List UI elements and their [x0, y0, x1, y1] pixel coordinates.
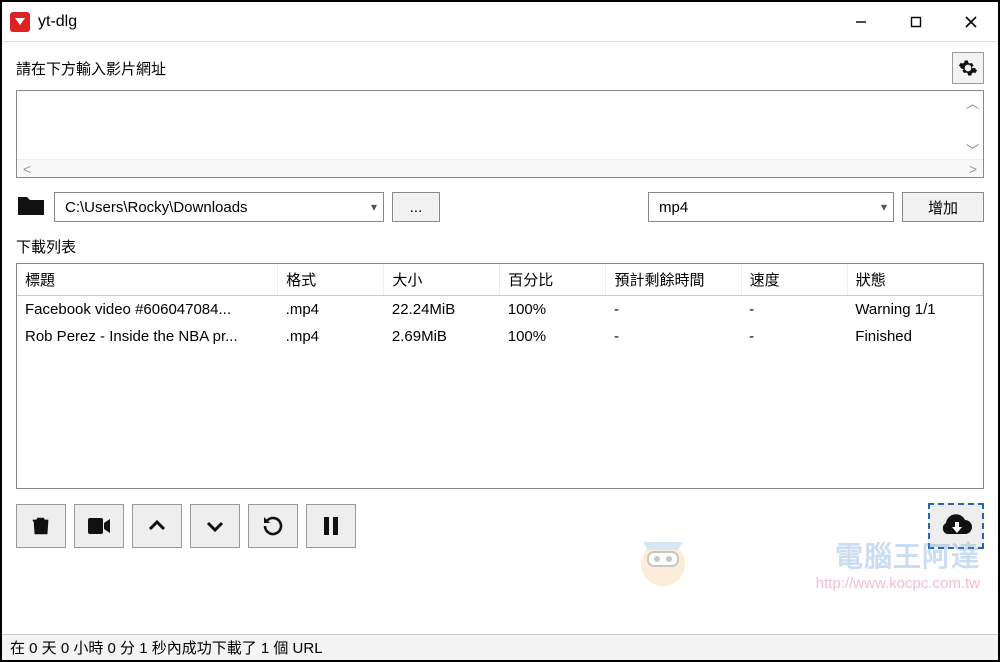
- format-value: mp4: [659, 199, 875, 216]
- delete-button[interactable]: [16, 504, 66, 548]
- col-speed[interactable]: 速度: [741, 264, 847, 296]
- reload-button[interactable]: [248, 504, 298, 548]
- scroll-left-icon: <: [23, 161, 31, 177]
- app-icon: [10, 12, 30, 32]
- minimize-button[interactable]: [833, 2, 888, 41]
- browse-label: ...: [410, 199, 423, 216]
- download-list-label: 下載列表: [16, 236, 984, 257]
- cell-title: Facebook video #606047084...: [17, 296, 278, 324]
- content-area: 請在下方輸入影片網址 ︿ ﹀ < > C:\Users\Rocky\Downlo…: [2, 42, 998, 634]
- download-table: 標題 格式 大小 百分比 預計剩餘時間 速度 狀態 Facebook video…: [16, 263, 984, 489]
- browse-button[interactable]: ...: [392, 192, 440, 222]
- cell-percent: 100%: [500, 296, 606, 324]
- cell-size: 2.69MiB: [384, 323, 500, 350]
- col-format[interactable]: 格式: [278, 264, 384, 296]
- video-icon: [87, 516, 111, 536]
- move-up-button[interactable]: [132, 504, 182, 548]
- window-title: yt-dlg: [38, 13, 77, 31]
- add-button-label: 增加: [928, 197, 958, 218]
- scroll-up-icon[interactable]: ︿: [966, 93, 979, 112]
- scroll-down-icon[interactable]: ﹀: [966, 140, 979, 159]
- chevron-down-icon: [205, 516, 225, 536]
- folder-icon: [16, 193, 46, 221]
- col-size[interactable]: 大小: [384, 264, 500, 296]
- watermark-url: http://www.kocpc.com.tw: [816, 575, 980, 592]
- settings-button[interactable]: [952, 52, 984, 84]
- col-percent[interactable]: 百分比: [500, 264, 606, 296]
- download-button[interactable]: [928, 503, 984, 549]
- pause-icon: [322, 516, 340, 536]
- chevron-down-icon: ▾: [371, 200, 377, 214]
- refresh-icon: [261, 514, 285, 538]
- cell-speed: -: [741, 323, 847, 350]
- table-row[interactable]: Rob Perez - Inside the NBA pr....mp42.69…: [17, 323, 983, 350]
- status-text: 在 0 天 0 小時 0 分 1 秒內成功下載了 1 個 URL: [10, 637, 323, 658]
- col-eta[interactable]: 預計剩餘時間: [606, 264, 741, 296]
- maximize-button[interactable]: [888, 2, 943, 41]
- cell-eta: -: [606, 296, 741, 324]
- play-button[interactable]: [74, 504, 124, 548]
- cell-status: Finished: [847, 323, 982, 350]
- hscrollbar[interactable]: < >: [17, 159, 983, 177]
- cell-speed: -: [741, 296, 847, 324]
- col-status[interactable]: 狀態: [847, 264, 982, 296]
- table-header-row: 標題 格式 大小 百分比 預計剩餘時間 速度 狀態: [17, 264, 983, 296]
- pause-button[interactable]: [306, 504, 356, 548]
- cell-percent: 100%: [500, 323, 606, 350]
- bottom-toolbar: [16, 503, 984, 549]
- cell-format: .mp4: [278, 296, 384, 324]
- chevron-up-icon: [147, 516, 167, 536]
- cell-status: Warning 1/1: [847, 296, 982, 324]
- gear-icon: [958, 58, 978, 78]
- move-down-button[interactable]: [190, 504, 240, 548]
- download-path-combo[interactable]: C:\Users\Rocky\Downloads ▾: [54, 192, 384, 222]
- titlebar: yt-dlg: [2, 2, 998, 42]
- chevron-down-icon: ▾: [881, 200, 887, 214]
- app-window: yt-dlg 請在下方輸入影片網址 ︿ ﹀ < >: [0, 0, 1000, 662]
- table-row[interactable]: Facebook video #606047084....mp422.24MiB…: [17, 296, 983, 324]
- cell-format: .mp4: [278, 323, 384, 350]
- url-input[interactable]: [17, 91, 983, 159]
- scroll-right-icon: >: [969, 161, 977, 177]
- status-bar: 在 0 天 0 小時 0 分 1 秒內成功下載了 1 個 URL: [2, 634, 998, 660]
- close-button[interactable]: [943, 2, 998, 41]
- url-input-box: ︿ ﹀ < >: [16, 90, 984, 178]
- cell-title: Rob Perez - Inside the NBA pr...: [17, 323, 278, 350]
- trash-icon: [30, 515, 52, 537]
- url-input-label: 請在下方輸入影片網址: [16, 58, 166, 79]
- download-path-value: C:\Users\Rocky\Downloads: [65, 199, 365, 216]
- add-button[interactable]: 增加: [902, 192, 984, 222]
- cell-eta: -: [606, 323, 741, 350]
- cell-size: 22.24MiB: [384, 296, 500, 324]
- format-combo[interactable]: mp4 ▾: [648, 192, 894, 222]
- col-title[interactable]: 標題: [17, 264, 278, 296]
- cloud-download-icon: [938, 512, 974, 540]
